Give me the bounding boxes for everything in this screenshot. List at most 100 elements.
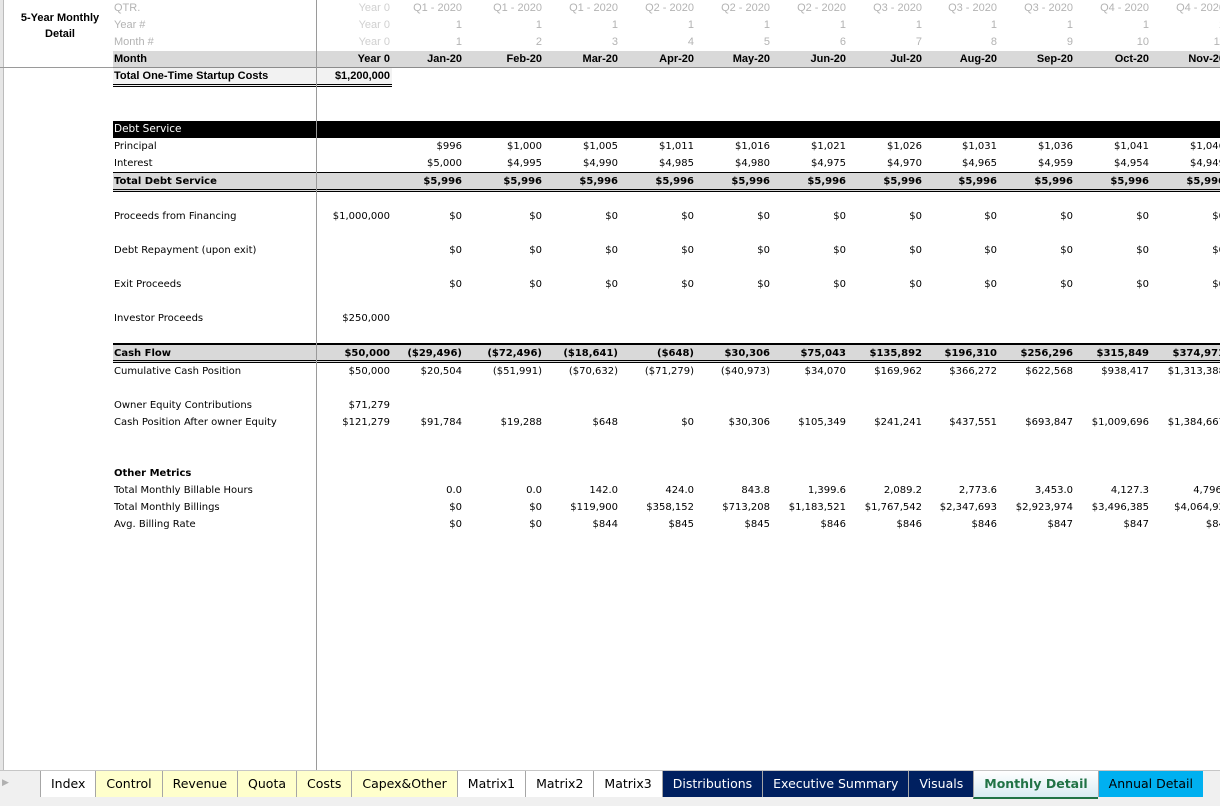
cell[interactable]: 1 bbox=[544, 17, 618, 34]
row-header-gutter[interactable] bbox=[0, 0, 4, 770]
cumulative-cash-row-label[interactable]: Cumulative Cash Position bbox=[114, 363, 241, 380]
billing-rate-row-label[interactable]: Avg. Billing Rate bbox=[114, 516, 196, 533]
cell[interactable]: Q2 - 2020 bbox=[696, 0, 770, 17]
cell[interactable]: $0 bbox=[544, 242, 618, 259]
cell[interactable]: $135,892 bbox=[848, 345, 922, 362]
cell[interactable]: $0 bbox=[468, 242, 542, 259]
cell[interactable]: $713,208 bbox=[696, 499, 770, 516]
cell[interactable]: $0 bbox=[848, 208, 922, 225]
cell[interactable]: $0 bbox=[468, 499, 542, 516]
cell[interactable]: $693,847 bbox=[999, 414, 1073, 431]
investor-proceeds-row-label[interactable]: Investor Proceeds bbox=[114, 310, 203, 327]
cell[interactable]: 11 bbox=[1151, 34, 1220, 51]
cell[interactable]: $844 bbox=[544, 516, 618, 533]
total-debt-service-row-label[interactable]: Total Debt Service bbox=[114, 173, 217, 190]
cell[interactable]: $315,849 bbox=[1075, 345, 1149, 362]
startup-costs-value[interactable]: $1,200,000 bbox=[316, 68, 390, 85]
cell[interactable]: Sep-20 bbox=[999, 51, 1073, 68]
cash-flow-row-label[interactable]: Cash Flow bbox=[114, 345, 171, 362]
cell[interactable]: $91,784 bbox=[388, 414, 462, 431]
cell[interactable]: $1,011 bbox=[620, 138, 694, 155]
tab-scroll-right-icon[interactable]: ▶ bbox=[2, 778, 9, 788]
cell[interactable]: 1 bbox=[388, 34, 462, 51]
cell[interactable]: $4,959 bbox=[999, 155, 1073, 172]
cell[interactable]: 1,399.6 bbox=[772, 482, 846, 499]
cell[interactable]: ($51,991) bbox=[468, 363, 542, 380]
cell[interactable]: $4,990 bbox=[544, 155, 618, 172]
cell[interactable]: $4,975 bbox=[772, 155, 846, 172]
cell[interactable]: 1 bbox=[848, 17, 922, 34]
cell[interactable]: Q3 - 2020 bbox=[923, 0, 997, 17]
cell[interactable]: $34,070 bbox=[772, 363, 846, 380]
cell[interactable]: $5,996 bbox=[848, 173, 922, 190]
cell[interactable]: $1,384,667 bbox=[1151, 414, 1220, 431]
cell[interactable]: $0 bbox=[620, 414, 694, 431]
cell[interactable]: $0 bbox=[544, 208, 618, 225]
cell[interactable]: ($29,496) bbox=[388, 345, 462, 362]
cell[interactable]: $1,016 bbox=[696, 138, 770, 155]
debt-service-header-label[interactable]: Debt Service bbox=[114, 121, 181, 138]
spreadsheet-grid[interactable]: 5-Year Monthly Detail QTR. Year 0 Q1 - 202… bbox=[0, 0, 1220, 770]
cell[interactable]: 3 bbox=[544, 34, 618, 51]
cell[interactable]: $0 bbox=[1075, 242, 1149, 259]
cell[interactable]: $256,296 bbox=[999, 345, 1073, 362]
cell[interactable]: $847 bbox=[1075, 516, 1149, 533]
cell[interactable]: 1 bbox=[1075, 17, 1149, 34]
cell[interactable]: $1,031 bbox=[923, 138, 997, 155]
cell[interactable]: $1,009,696 bbox=[1075, 414, 1149, 431]
cell[interactable]: $0 bbox=[388, 499, 462, 516]
other-metrics-header-label[interactable]: Other Metrics bbox=[114, 465, 191, 482]
cell[interactable]: $1,000 bbox=[468, 138, 542, 155]
cell[interactable]: $847 bbox=[999, 516, 1073, 533]
cell[interactable]: Jun-20 bbox=[772, 51, 846, 68]
cell[interactable]: 4,127.3 bbox=[1075, 482, 1149, 499]
cell[interactable]: $4,985 bbox=[620, 155, 694, 172]
cell[interactable]: $622,568 bbox=[999, 363, 1073, 380]
cell[interactable]: $1,041 bbox=[1075, 138, 1149, 155]
cell[interactable]: $846 bbox=[848, 516, 922, 533]
cell[interactable]: $2,347,693 bbox=[923, 499, 997, 516]
cell[interactable]: $4,064,92 bbox=[1151, 499, 1220, 516]
cell[interactable]: Jul-20 bbox=[848, 51, 922, 68]
cell[interactable]: 1 bbox=[923, 17, 997, 34]
cell[interactable]: $0 bbox=[620, 242, 694, 259]
tab-costs[interactable]: Costs bbox=[296, 771, 352, 797]
cell[interactable]: $0 bbox=[923, 242, 997, 259]
cell[interactable]: $5,000 bbox=[388, 155, 462, 172]
startup-costs-row-label[interactable]: Total One-Time Startup Costs bbox=[114, 68, 268, 85]
debt-repayment-row-label[interactable]: Debt Repayment (upon exit) bbox=[114, 242, 256, 259]
cell[interactable]: $0 bbox=[696, 242, 770, 259]
cell[interactable]: $0 bbox=[999, 208, 1073, 225]
cell[interactable]: $1,000,000 bbox=[316, 208, 390, 225]
cell[interactable]: $30,306 bbox=[696, 414, 770, 431]
year-row-label[interactable]: Year # bbox=[114, 17, 145, 34]
cell[interactable]: Year 0 bbox=[316, 51, 390, 68]
cell[interactable]: Q2 - 2020 bbox=[620, 0, 694, 17]
cell[interactable]: Mar-20 bbox=[544, 51, 618, 68]
cell[interactable]: $84 bbox=[1151, 516, 1220, 533]
proceeds-financing-row-label[interactable]: Proceeds from Financing bbox=[114, 208, 236, 225]
cell[interactable]: $0 bbox=[620, 208, 694, 225]
cell[interactable]: Q4 - 2020 bbox=[1151, 0, 1220, 17]
cell[interactable]: $1,767,542 bbox=[848, 499, 922, 516]
cell[interactable]: $996 bbox=[388, 138, 462, 155]
cell[interactable]: $5,996 bbox=[923, 173, 997, 190]
cell[interactable]: $845 bbox=[696, 516, 770, 533]
tab-visuals[interactable]: Visuals bbox=[908, 771, 974, 797]
cell[interactable]: $374,971 bbox=[1151, 345, 1220, 362]
cell[interactable]: $1,183,521 bbox=[772, 499, 846, 516]
cell[interactable]: 1 bbox=[620, 17, 694, 34]
cell[interactable]: Year 0 bbox=[316, 0, 390, 17]
cell[interactable]: Apr-20 bbox=[620, 51, 694, 68]
cell[interactable]: 6 bbox=[772, 34, 846, 51]
month-row-label[interactable]: Month bbox=[114, 51, 147, 68]
cell[interactable]: $0 bbox=[468, 208, 542, 225]
cell[interactable]: 9 bbox=[999, 34, 1073, 51]
cell[interactable]: $938,417 bbox=[1075, 363, 1149, 380]
principal-row-label[interactable]: Principal bbox=[114, 138, 157, 155]
cell[interactable]: 10 bbox=[1075, 34, 1149, 51]
cell[interactable]: Nov-20 bbox=[1151, 51, 1220, 68]
tab-control[interactable]: Control bbox=[95, 771, 162, 797]
cell[interactable]: Aug-20 bbox=[923, 51, 997, 68]
cell[interactable]: $20,504 bbox=[388, 363, 462, 380]
